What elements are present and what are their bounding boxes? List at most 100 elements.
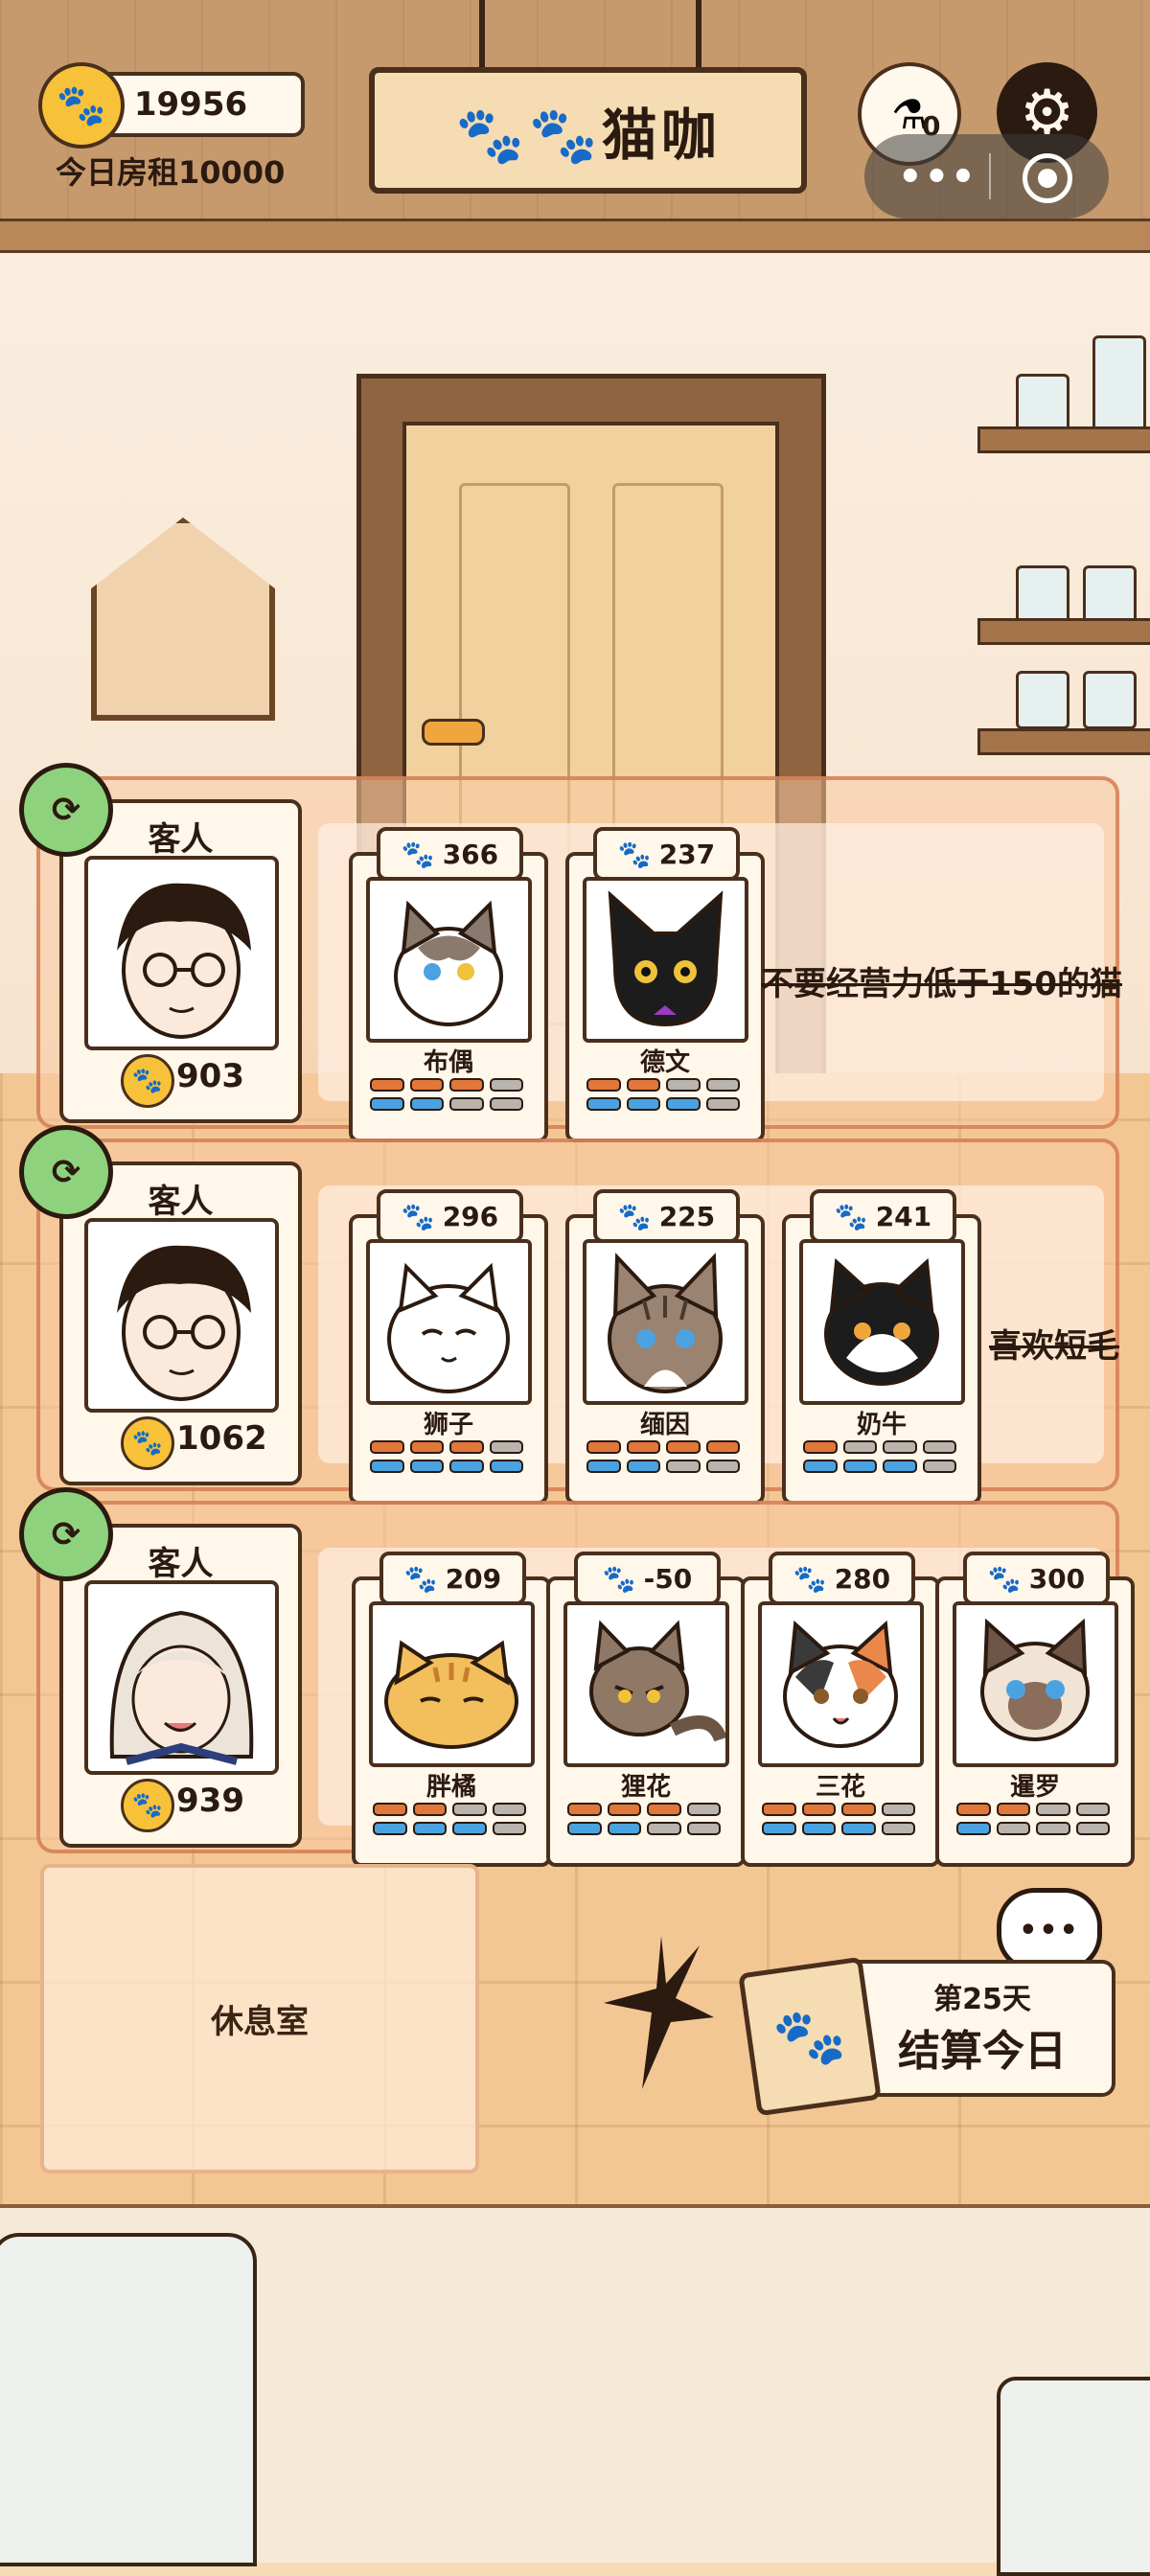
cat-score-tag: 🐾 296 (377, 1189, 523, 1243)
cat-name: 缅因 (639, 1411, 690, 1439)
paw-icon: 🐾 (401, 838, 435, 870)
cat-stat-bars (803, 1440, 956, 1479)
coin-counter: 19956 🐾 (38, 62, 305, 149)
cat-slot-area: 🐾 209 胖橘 🐾 -50 狸花 🐾 280 三花 🐾 300 暹罗 (318, 1548, 1135, 1867)
jar (1083, 671, 1137, 729)
guest-face-icon (117, 883, 251, 1039)
storage-box (997, 2377, 1150, 2576)
paw-coin-icon: 🐾 (121, 1416, 174, 1470)
cat-card[interactable]: 🐾 366 布偶 (349, 827, 548, 1142)
cat-card[interactable]: 🐾 237 德文 (565, 827, 765, 1142)
cat-portrait (953, 1601, 1118, 1767)
shelf (978, 426, 1150, 453)
sign-rope (479, 0, 702, 72)
settle-label: 结算今日 (898, 2027, 1067, 2076)
cat-name: 布偶 (423, 1048, 473, 1077)
cat-card[interactable]: 🐾 -50 狸花 (546, 1552, 746, 1867)
settle-panel: 第25天 结算今日 (853, 1960, 1116, 2097)
restroom-area[interactable]: 休息室 (40, 1864, 479, 2174)
cat-name: 暹罗 (1009, 1773, 1060, 1802)
paw-coin-icon: 🐾 (38, 62, 125, 149)
tuxedo-cat-icon (824, 1257, 939, 1386)
cat-card[interactable]: 🐾 209 胖橘 (352, 1552, 551, 1867)
customer-row-3: 客人 🐾 939 ⟳ 🐾 209 胖橘 🐾 -50 狸花 🐾 280 三花 🐾 … (19, 1487, 1135, 1867)
cat-stat-bars (956, 1803, 1110, 1841)
door-handle (422, 719, 485, 746)
settle-day-button[interactable]: 第25天 结算今日 🐾 (738, 1945, 1116, 2117)
guest-value: 939 (176, 1782, 244, 1820)
cat-score-tag: 🐾 300 (963, 1552, 1110, 1605)
cat-stat-bars (373, 1803, 526, 1841)
guest-portrait (84, 1218, 279, 1413)
cat-stat-bars (567, 1803, 721, 1841)
devon-rex-cat-icon (608, 890, 724, 1027)
refresh-guest-button[interactable]: ⟳ (19, 763, 113, 857)
paw-icon: 🐾 (834, 1200, 868, 1232)
cat-score-tag: 🐾 280 (769, 1552, 915, 1605)
guest-card[interactable]: 客人 🐾 903 (59, 799, 302, 1123)
shelf (978, 728, 1150, 755)
cat-score: -50 (643, 1562, 693, 1595)
cat-score-tag: 🐾 209 (380, 1552, 526, 1605)
orange-cat-icon (384, 1640, 518, 1749)
paw-icon: 🐾 (793, 1562, 827, 1595)
cat-portrait (564, 1601, 729, 1767)
guest-card[interactable]: 客人 🐾 939 (59, 1524, 302, 1848)
cat-portrait (583, 1239, 748, 1405)
paw-icon: 🐾 (403, 1562, 438, 1595)
cat-score-tag: 🐾 237 (593, 827, 740, 881)
cat-score: 366 (442, 838, 499, 870)
cat-portrait (366, 877, 532, 1043)
cat-score-tag: 🐾 -50 (574, 1552, 721, 1605)
cat-card[interactable]: 🐾 225 缅因 (565, 1189, 765, 1505)
guest-value: 1062 (176, 1419, 267, 1458)
more-menu-icon[interactable]: ••• (898, 155, 978, 199)
paw-icon: 🐾 (617, 838, 652, 870)
close-miniprogram-icon[interactable] (1023, 153, 1072, 203)
cat-card[interactable]: 🐾 280 三花 (741, 1552, 940, 1867)
cat-card[interactable]: 🐾 300 暹罗 (935, 1552, 1135, 1867)
cat-name: 狮子 (423, 1411, 473, 1439)
paw-icon: 🐾 (401, 1200, 435, 1232)
cat-score: 237 (658, 838, 716, 870)
maine-coon-cat-icon (608, 1253, 723, 1393)
cat-card[interactable]: 🐾 241 奶牛 (782, 1189, 981, 1505)
cat-stat-bars (586, 1440, 740, 1479)
ceiling-beam (0, 218, 1150, 253)
miniprogram-capsule: ••• (864, 134, 1109, 218)
jar (1083, 565, 1137, 624)
guest-face-icon (117, 1245, 251, 1401)
cat-stat-bars (586, 1078, 740, 1116)
refresh-guest-button[interactable]: ⟳ (19, 1125, 113, 1219)
paw-coin-icon: 🐾 (121, 1054, 174, 1108)
customer-row-2: 客人 🐾 1062 ⟳ 🐾 296 狮子 🐾 225 缅因 🐾 241 奶牛 喜… (19, 1125, 1119, 1505)
paw-icon: 🐾 (987, 1562, 1022, 1595)
paw-coin-icon: 🐾 (121, 1779, 174, 1832)
tabby-cat-icon (589, 1620, 725, 1742)
customer-row-1: 客人 🐾 903 ⟳ 🐾 366 布偶 🐾 237 德文 不要经营力低于150的… (19, 763, 1122, 1142)
ragdoll-cat-icon (394, 900, 503, 1026)
cat-score: 209 (445, 1562, 502, 1595)
cat-stat-bars (370, 1078, 523, 1116)
cat-portrait (583, 877, 748, 1043)
cat-score: 225 (658, 1200, 716, 1232)
refresh-guest-button[interactable]: ⟳ (19, 1487, 113, 1581)
guest-card[interactable]: 客人 🐾 1062 (59, 1162, 302, 1485)
daily-rent-label: 今日房租10000 (56, 154, 286, 191)
guest-face-icon (109, 1610, 254, 1765)
persian-cat-icon (387, 1262, 510, 1393)
storage-box (0, 2233, 257, 2566)
cat-portrait (366, 1239, 532, 1405)
jar (1016, 671, 1070, 729)
cat-stat-bars (762, 1803, 915, 1841)
clipboard-paw-icon: 🐾 (738, 1956, 882, 2117)
calico-cat-icon (783, 1620, 898, 1748)
floor-crack-icon (604, 1936, 714, 2089)
cat-name: 狸花 (620, 1773, 671, 1802)
cat-score: 241 (875, 1200, 932, 1232)
cat-card[interactable]: 🐾 296 狮子 (349, 1189, 548, 1505)
wall-shelves (978, 259, 1150, 776)
cat-name: 三花 (815, 1773, 865, 1802)
shelf (978, 618, 1150, 645)
guest-portrait (84, 856, 279, 1050)
